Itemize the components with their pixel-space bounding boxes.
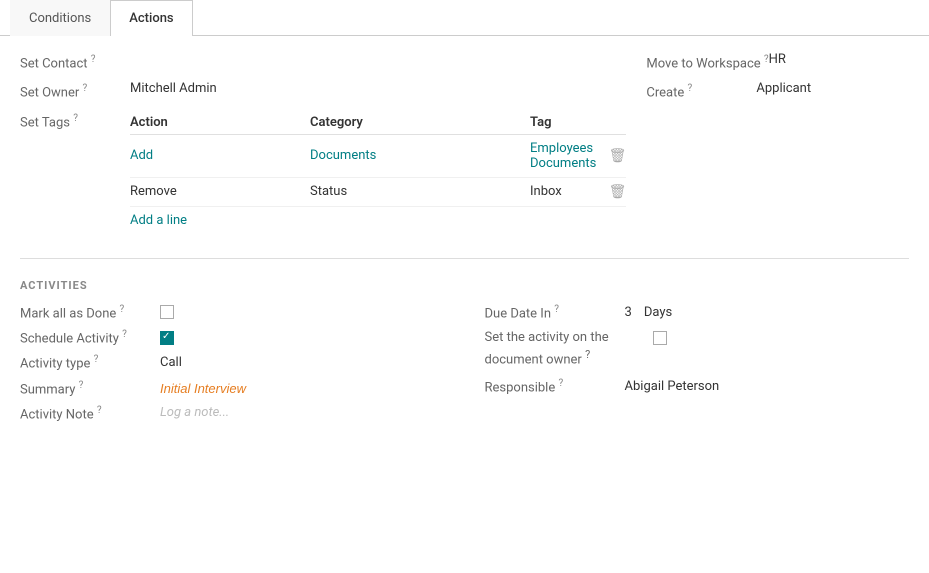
activity-type-value[interactable]: Call (160, 355, 182, 370)
activity-type-label: Activity type ? (20, 354, 160, 371)
add-line-row: Add a line (130, 207, 626, 234)
tag-row-1-action[interactable]: Add (130, 148, 310, 163)
schedule-activity-label: Schedule Activity ? (20, 329, 160, 346)
col-tag: Tag (530, 115, 596, 130)
set-tags-label: Set Tags ? (20, 111, 130, 130)
set-tags-row: Set Tags ? Action Category Tag Add Docum… (20, 111, 626, 234)
tab-conditions[interactable]: Conditions (10, 0, 110, 36)
form-section: Set Contact ? Set Owner ? Mitchell Admin… (20, 52, 909, 238)
set-contact-label: Set Contact ? (20, 52, 130, 71)
set-owner-row: Set Owner ? Mitchell Admin (20, 81, 626, 100)
move-to-workspace-value: HR (769, 52, 786, 67)
tag-row-1-tag[interactable]: Employees Documents (530, 141, 596, 171)
activity-note-label: Activity Note ? (20, 405, 160, 422)
table-row: Add Documents Employees Documents 🗑 (130, 135, 626, 178)
col-category: Category (310, 115, 530, 130)
tags-table-wrap: Action Category Tag Add Documents Employ… (130, 111, 626, 234)
summary-label: Summary ? (20, 380, 160, 397)
move-to-workspace-row: Move to Workspace ? HR (646, 52, 909, 71)
responsible-label: Responsible ? (485, 378, 625, 395)
col-action: Action (130, 115, 310, 130)
add-line-button[interactable]: Add a line (130, 207, 187, 234)
days-label: Days (644, 305, 672, 320)
tag-row-2-category: Status (310, 184, 530, 199)
schedule-activity-checkbox[interactable] (160, 331, 174, 345)
responsible-value[interactable]: Abigail Peterson (625, 379, 720, 394)
create-row: Create ? Applicant (646, 81, 909, 100)
tag-row-2-action: Remove (130, 184, 310, 199)
left-col: Set Contact ? Set Owner ? Mitchell Admin… (20, 52, 626, 238)
set-owner-label: Set Owner ? (20, 81, 130, 100)
due-date-row: Due Date In ? 3 Days (485, 304, 910, 321)
delete-row-2-icon[interactable]: 🗑 (596, 184, 626, 200)
activity-note-row: Activity Note ? Log a note... (20, 405, 465, 422)
create-label: Create ? (646, 81, 756, 100)
set-activity-label: Set the activity on the document owner ? (485, 329, 645, 370)
table-row: Remove Status Inbox 🗑 (130, 178, 626, 207)
activities-left: Mark all as Done ? Schedule Activity ? A… (20, 304, 465, 431)
set-activity-checkbox[interactable] (653, 331, 667, 345)
activity-type-row: Activity type ? Call (20, 354, 465, 371)
due-date-value[interactable]: 3 (625, 305, 632, 320)
due-date-label: Due Date In ? (485, 304, 625, 321)
main-content: Set Contact ? Set Owner ? Mitchell Admin… (0, 36, 929, 446)
summary-row: Summary ? (20, 380, 465, 397)
set-owner-value[interactable]: Mitchell Admin (130, 81, 217, 96)
activities-section: ACTIVITIES Mark all as Done ? Schedule A… (20, 279, 909, 431)
set-contact-row: Set Contact ? (20, 52, 626, 71)
create-value: Applicant (756, 81, 811, 96)
activities-right: Due Date In ? 3 Days Set the activity on… (465, 304, 910, 431)
section-separator (20, 258, 909, 259)
tabs-bar: Conditions Actions (0, 0, 929, 36)
summary-input[interactable] (160, 381, 338, 396)
schedule-activity-row: Schedule Activity ? (20, 329, 465, 346)
tags-col-headers: Action Category Tag (130, 111, 626, 135)
tag-row-2-tag: Inbox (530, 184, 596, 199)
tag-row-1-category[interactable]: Documents (310, 148, 530, 163)
mark-all-done-label: Mark all as Done ? (20, 304, 160, 321)
activities-title: ACTIVITIES (20, 279, 909, 292)
tab-actions[interactable]: Actions (110, 0, 192, 36)
activities-form: Mark all as Done ? Schedule Activity ? A… (20, 304, 909, 431)
mark-all-done-row: Mark all as Done ? (20, 304, 465, 321)
responsible-row: Responsible ? Abigail Peterson (485, 378, 910, 395)
set-activity-row: Set the activity on the document owner ? (485, 329, 910, 370)
move-to-workspace-label: Move to Workspace ? (646, 52, 768, 71)
activity-note-placeholder[interactable]: Log a note... (160, 405, 229, 420)
delete-row-1-icon[interactable]: 🗑 (596, 148, 626, 164)
right-col: Move to Workspace ? HR Create ? Applican… (626, 52, 909, 238)
mark-all-done-checkbox[interactable] (160, 305, 174, 319)
